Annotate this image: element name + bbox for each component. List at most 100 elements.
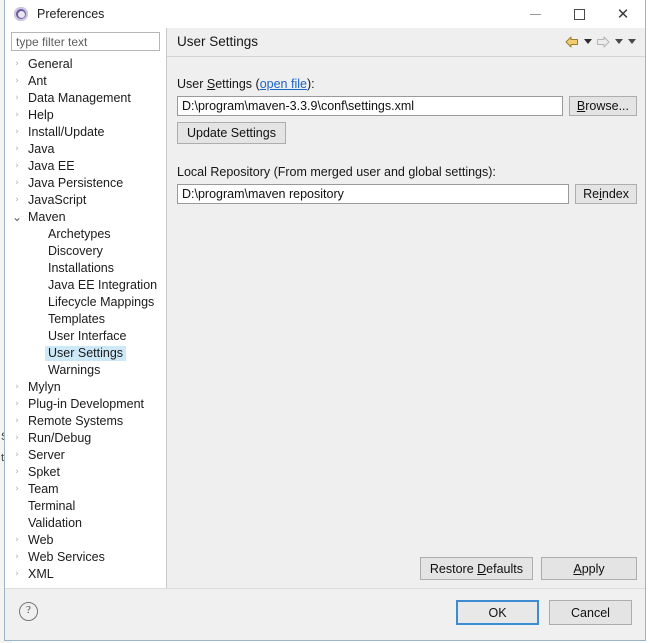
chevron-right-icon[interactable]: › <box>9 90 25 107</box>
page-title: User Settings <box>177 34 259 49</box>
maximize-button[interactable] <box>557 0 601 28</box>
local-repository-group: Local Repository (From merged user and g… <box>177 165 637 204</box>
sidebar-item-label: Discovery <box>48 244 103 258</box>
sidebar-item-java-ee-integration[interactable]: Java EE Integration <box>5 277 166 294</box>
sidebar-item-discovery[interactable]: Discovery <box>5 243 166 260</box>
chevron-right-icon[interactable]: › <box>9 379 25 396</box>
sidebar-item-label: Run/Debug <box>28 431 92 445</box>
window-title: Preferences <box>37 7 105 21</box>
view-menu-button[interactable] <box>626 33 637 50</box>
sidebar-item-web[interactable]: › Web <box>5 532 166 549</box>
chevron-down-icon[interactable]: ⌄ <box>9 209 25 226</box>
filter-input[interactable] <box>11 32 160 51</box>
chevron-right-icon[interactable]: › <box>9 141 25 158</box>
forward-button[interactable] <box>595 33 611 50</box>
sidebar-item-label: Maven <box>28 210 66 224</box>
sidebar-item-general[interactable]: › General <box>5 56 166 73</box>
user-settings-path-input[interactable] <box>177 96 563 116</box>
sidebar-item-java-persistence[interactable]: › Java Persistence <box>5 175 166 192</box>
sidebar-item-label: Installations <box>48 261 115 275</box>
dialog-footer: ? OK Cancel <box>5 588 645 640</box>
sidebar-item-spket[interactable]: › Spket <box>5 464 166 481</box>
apply-mnemonic: A <box>573 561 582 576</box>
sidebar-item-installations[interactable]: Installations <box>5 260 166 277</box>
sidebar-item-label: Mylyn <box>28 380 61 394</box>
chevron-right-icon[interactable]: › <box>9 464 25 481</box>
close-button[interactable]: ✕ <box>601 0 645 28</box>
sidebar-item-validation[interactable]: Validation <box>5 515 166 532</box>
chevron-right-icon[interactable]: › <box>9 73 25 90</box>
reindex-label-prefix: Re <box>583 186 600 201</box>
cancel-button[interactable]: Cancel <box>549 600 632 625</box>
restore-mnemonic: D <box>477 561 487 576</box>
sidebar-item-label: Data Management <box>28 91 131 105</box>
chevron-right-icon[interactable]: › <box>9 396 25 413</box>
sidebar-item-mylyn[interactable]: › Mylyn <box>5 379 166 396</box>
sidebar-item-label: Web <box>28 533 54 547</box>
minimize-button[interactable] <box>513 0 557 28</box>
chevron-right-icon[interactable]: › <box>9 158 25 175</box>
content-panel: User Settings User Settings (open file):… <box>167 28 645 590</box>
sidebar-item-user-settings[interactable]: User Settings <box>5 345 166 362</box>
sidebar-item-xml[interactable]: › XML <box>5 566 166 583</box>
sidebar-item-label: Java EE <box>28 159 75 173</box>
sidebar-item-label: Server <box>28 448 65 462</box>
local-repository-row: Reindex <box>177 184 637 204</box>
chevron-right-icon[interactable]: › <box>9 447 25 464</box>
sidebar-item-help[interactable]: › Help <box>5 107 166 124</box>
reindex-button[interactable]: Reindex <box>575 184 637 204</box>
back-button[interactable] <box>564 33 580 50</box>
sidebar-item-data-management[interactable]: › Data Management <box>5 90 166 107</box>
sidebar-item-label: Terminal <box>28 499 76 513</box>
sidebar-item-java[interactable]: › Java <box>5 141 166 158</box>
chevron-right-icon[interactable]: › <box>9 566 25 583</box>
restore-defaults-button[interactable]: Restore Defaults <box>419 557 533 580</box>
preferences-gear-icon <box>13 6 29 22</box>
forward-dropdown-button[interactable] <box>613 33 624 50</box>
sidebar-item-run-debug[interactable]: › Run/Debug <box>5 430 166 447</box>
close-icon: ✕ <box>616 5 630 23</box>
chevron-right-icon[interactable]: › <box>9 481 25 498</box>
chevron-right-icon[interactable]: › <box>9 430 25 447</box>
sidebar-item-javascript[interactable]: › JavaScript <box>5 192 166 209</box>
browse-button[interactable]: Browse... <box>568 96 637 116</box>
sidebar-item-plug-in-development[interactable]: › Plug-in Development <box>5 396 166 413</box>
apply-label-suffix: pply <box>581 561 605 576</box>
sidebar-item-server[interactable]: › Server <box>5 447 166 464</box>
sidebar-item-team[interactable]: › Team <box>5 481 166 498</box>
chevron-right-icon[interactable]: › <box>9 413 25 430</box>
back-dropdown-button[interactable] <box>582 33 593 50</box>
sidebar-item-web-services[interactable]: › Web Services <box>5 549 166 566</box>
update-settings-button[interactable]: Update Settings <box>177 122 286 144</box>
user-settings-label-prefix: User <box>177 77 207 91</box>
chevron-right-icon[interactable]: › <box>9 107 25 124</box>
help-question-icon[interactable]: ? <box>19 602 38 621</box>
sidebar-item-ant[interactable]: › Ant <box>5 73 166 90</box>
sidebar-item-terminal[interactable]: Terminal <box>5 498 166 515</box>
chevron-right-icon[interactable]: › <box>9 175 25 192</box>
ok-button[interactable]: OK <box>456 600 539 625</box>
chevron-down-icon <box>614 38 623 44</box>
content-header: User Settings <box>167 28 645 57</box>
local-repository-path-input[interactable] <box>177 184 570 204</box>
sidebar-item-archetypes[interactable]: Archetypes <box>5 226 166 243</box>
sidebar-item-install-update[interactable]: › Install/Update <box>5 124 166 141</box>
open-file-link[interactable]: open file <box>260 77 307 91</box>
sidebar-item-user-interface[interactable]: User Interface <box>5 328 166 345</box>
chevron-right-icon[interactable]: › <box>9 192 25 209</box>
sidebar-item-lifecycle-mappings[interactable]: Lifecycle Mappings <box>5 294 166 311</box>
sidebar-item-warnings[interactable]: Warnings <box>5 362 166 379</box>
sidebar-item-templates[interactable]: Templates <box>5 311 166 328</box>
preferences-tree[interactable]: › General › Ant › Data Management › Help › Instal… <box>5 56 166 590</box>
apply-button[interactable]: Apply <box>541 557 637 580</box>
chevron-right-icon[interactable]: › <box>9 549 25 566</box>
sidebar-item-label: XML <box>28 567 54 581</box>
sidebar-item-java-ee[interactable]: › Java EE <box>5 158 166 175</box>
sidebar-item-remote-systems[interactable]: › Remote Systems <box>5 413 166 430</box>
chevron-right-icon[interactable]: › <box>9 532 25 549</box>
sidebar-item-label: Help <box>28 108 54 122</box>
sidebar-item-maven[interactable]: ⌄ Maven <box>5 209 166 226</box>
chevron-right-icon[interactable]: › <box>9 124 25 141</box>
restore-label-suffix: efaults <box>486 561 523 576</box>
chevron-right-icon[interactable]: › <box>9 56 25 73</box>
